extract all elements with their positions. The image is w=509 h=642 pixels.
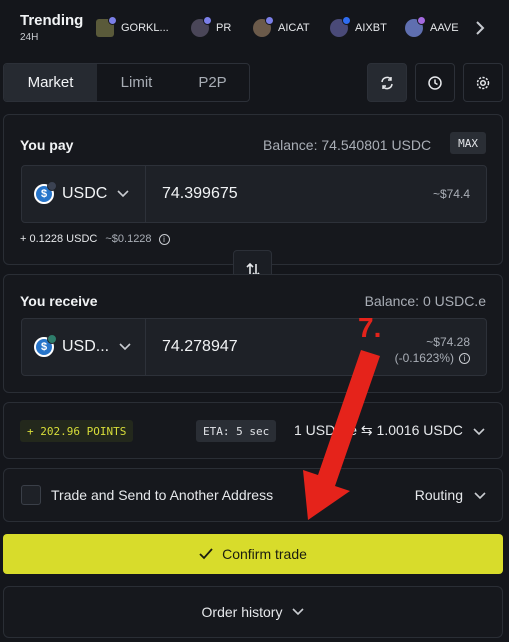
points-badge: + 202.96 POINTS	[20, 420, 134, 442]
pay-input-field: $ USDC 74.399675 ~$74.4	[21, 165, 487, 223]
trending-item-aixbt[interactable]: AIXBT	[330, 16, 387, 40]
chevron-down-icon	[474, 487, 486, 503]
refresh-button[interactable]	[367, 63, 407, 102]
trending-item-label: AIXBT	[355, 22, 387, 34]
chevron-down-icon	[473, 423, 485, 439]
trending-item-label: AICAT	[278, 22, 310, 34]
clock-icon	[428, 75, 442, 90]
order-history-label: Order history	[201, 604, 283, 620]
aixbt-token-icon	[330, 16, 351, 37]
pay-card: You pay Balance: 74.540801 USDC MAX $ US…	[3, 114, 503, 265]
exchange-rate: 1 USDC.e ⇆ 1.0016 USDC	[294, 422, 463, 438]
confirm-trade-label: Confirm trade	[222, 546, 307, 562]
trending-item-label: GORKL...	[121, 22, 169, 34]
chevron-down-icon	[292, 603, 305, 621]
usdc-e-token-icon: $	[34, 334, 57, 357]
receive-amount: 74.278947	[162, 338, 238, 355]
tab-market[interactable]: Market	[4, 64, 97, 101]
pay-fee-usd: ~$0.1228	[105, 233, 152, 245]
aave-token-icon	[405, 16, 426, 37]
pr-token-icon	[191, 16, 212, 37]
pay-label: You pay	[20, 137, 74, 153]
pay-token-symbol: USDC	[62, 185, 108, 202]
receive-usd-value: ~$74.28	[426, 335, 470, 349]
tab-limit[interactable]: Limit	[97, 64, 176, 101]
max-button[interactable]: MAX	[450, 132, 486, 154]
receive-price-impact-row: (-0.1623%) i	[395, 351, 470, 365]
route-info-card: + 202.96 POINTS ETA: 5 sec 1 USDC.e ⇆ 1.…	[3, 402, 503, 459]
receive-label: You receive	[20, 293, 98, 309]
trending-item-aave[interactable]: AAVE	[405, 16, 459, 40]
pay-fee-row: + 0.1228 USDC ~$0.1228 i	[20, 233, 170, 245]
settings-gear-icon	[476, 76, 490, 89]
receive-output-field: $ USD... 74.278947 ~$74.28 (-0.1623%) i	[21, 318, 487, 376]
trending-item-label: PR	[216, 22, 232, 34]
exchange-rate-toggle[interactable]: 1 USDC.e ⇆ 1.0016 USDC	[294, 422, 485, 439]
checkmark-icon	[199, 548, 213, 560]
pay-amount-input[interactable]: 74.399675	[162, 166, 238, 222]
trending-item-aicat[interactable]: AICAT	[253, 16, 310, 40]
usdc-token-icon: $	[34, 181, 57, 204]
refresh-icon	[381, 76, 393, 89]
pay-token-selector[interactable]: $ USDC	[22, 166, 146, 222]
confirm-trade-button[interactable]: Confirm trade	[3, 534, 503, 574]
routing-toggle[interactable]: Routing	[415, 487, 486, 503]
pay-balance: Balance: 74.540801 USDC	[263, 137, 432, 153]
info-icon[interactable]: i	[459, 352, 470, 364]
trending-title: Trending	[20, 12, 84, 29]
receive-token-symbol: USD...	[62, 338, 110, 355]
trade-options-card: Trade and Send to Another Address Routin…	[3, 468, 503, 522]
history-button[interactable]	[415, 63, 455, 102]
pay-usd-value: ~$74.4	[432, 187, 470, 201]
receive-balance: Balance: 0 USDC.e	[364, 293, 486, 309]
send-to-address-label: Trade and Send to Another Address	[51, 487, 274, 503]
trending-period: 24H	[20, 32, 39, 43]
info-icon[interactable]: i	[158, 233, 170, 245]
eta-badge: ETA: 5 sec	[196, 420, 277, 442]
settings-button[interactable]	[463, 63, 503, 102]
send-to-address-checkbox[interactable]	[21, 485, 41, 505]
routing-label: Routing	[414, 487, 463, 503]
receive-price-impact: (-0.1623%)	[394, 351, 454, 365]
chevron-right-icon[interactable]	[470, 17, 490, 39]
trending-item-label: AAVE	[430, 22, 459, 34]
pay-fee-amount: + 0.1228 USDC	[20, 233, 98, 245]
trending-item-gorkl[interactable]: GORKL...	[96, 16, 169, 40]
trade-mode-tabs: Market Limit P2P	[3, 63, 250, 102]
chevron-down-icon	[117, 185, 129, 203]
gorkl-token-icon	[96, 16, 117, 37]
receive-token-selector[interactable]: $ USD...	[22, 319, 146, 375]
chevron-down-icon	[119, 338, 131, 356]
aicat-token-icon	[253, 16, 274, 37]
tab-p2p[interactable]: P2P	[176, 64, 249, 101]
receive-card: You receive Balance: 0 USDC.e $ USD... 7…	[3, 274, 503, 393]
trending-bar: Trending 24H GORKL... PR AICAT AIXBT AAV…	[0, 0, 509, 56]
trending-header: Trending 24H	[20, 12, 83, 43]
trending-item-pr[interactable]: PR	[191, 16, 231, 40]
order-history-toggle[interactable]: Order history	[3, 586, 503, 638]
